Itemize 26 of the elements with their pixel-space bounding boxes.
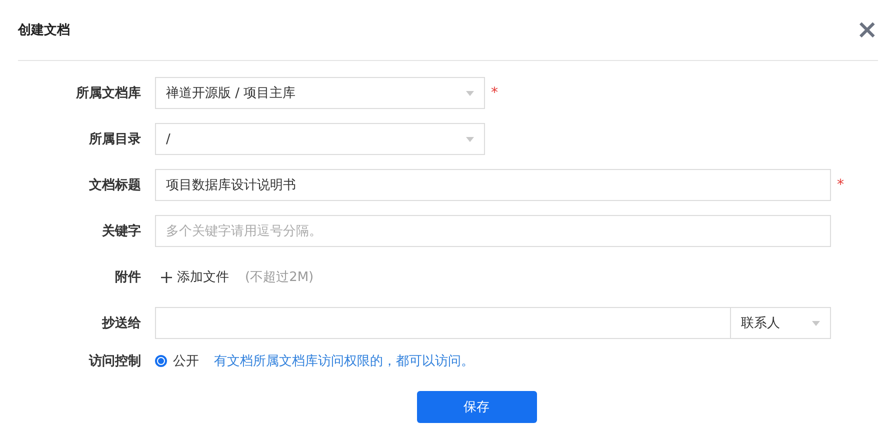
save-button[interactable]: 保存 [416,391,536,423]
dialog-title: 创建文档 [18,22,70,39]
radio-option[interactable]: 公开 [155,352,199,370]
input-field[interactable] [155,307,731,339]
select-field[interactable]: / [155,123,485,155]
size-hint: (不超过2M) [245,269,314,286]
add-file-link[interactable]: 添加文件 [155,268,235,286]
field-label: 文档标题 [88,176,141,194]
select-field[interactable]: 禅道开源版 / 项目主库 [155,77,485,109]
plus-icon [161,272,172,282]
caret-icon [466,90,474,96]
caret-icon [466,136,474,142]
input-field[interactable]: 多个关键字请用逗号分隔。 [155,215,831,247]
field-label: 关键字 [100,222,141,240]
contacts-select[interactable]: 联系人 [731,307,831,339]
field-label: 抄送给 [100,315,141,332]
field-label: 所属目录 [88,131,141,148]
required-mark: * [491,85,498,101]
field-label: 所属文档库 [74,84,141,102]
input-field[interactable]: 项目数据库设计说明书 [155,169,831,201]
access-note: 有文档所属文档库访问权限的，都可以访问。 [214,353,474,370]
close-icon[interactable]: × [856,17,878,43]
required-mark: * [837,177,844,193]
field-label: 访问控制 [88,352,141,370]
field-label: 附件 [114,269,141,286]
caret-icon [812,320,820,326]
